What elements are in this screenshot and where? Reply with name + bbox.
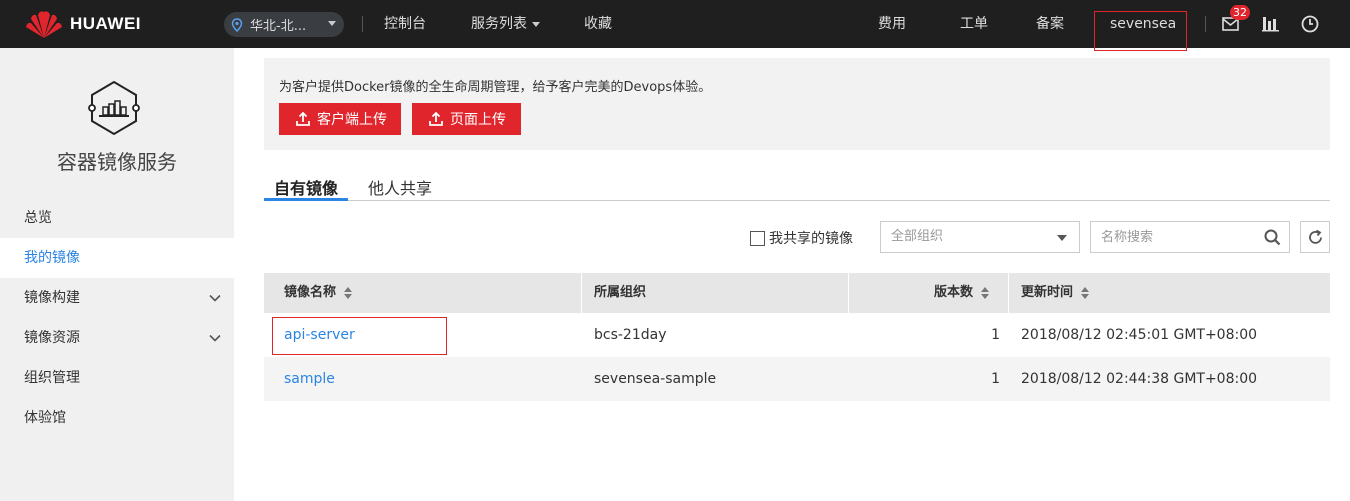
organization-select-value: 全部组织 [891, 229, 944, 244]
chevron-down-icon [532, 21, 540, 27]
top-bar: HUAWEI 华北-北... 控制台 服务列表 收藏 费用 工单 备案 seve… [0, 0, 1350, 51]
huawei-logo[interactable]: HUAWEI [24, 9, 141, 39]
message-count-badge: 32 [1230, 5, 1250, 20]
nav-billing[interactable]: 费用 [878, 0, 906, 48]
column-divider [1008, 273, 1009, 313]
column-header-label: 版本数 [934, 285, 974, 300]
refresh-icon [1309, 229, 1322, 244]
sort-icon[interactable] [1081, 286, 1090, 299]
sidebar-item-label: 我的镜像 [24, 250, 80, 266]
sidebar-item-overview[interactable]: 总览 [0, 198, 234, 238]
nav-tickets[interactable]: 工单 [960, 0, 988, 48]
highlight-box-user [1094, 11, 1187, 51]
nav-filing[interactable]: 备案 [1036, 0, 1064, 48]
image-version-count: 1 [991, 327, 1000, 343]
sidebar-item-org-management[interactable]: 组织管理 [0, 358, 234, 398]
chevron-down-icon [209, 294, 221, 302]
image-org: sevensea-sample [594, 371, 717, 387]
sort-icon[interactable] [981, 286, 990, 299]
sidebar-item-label: 总览 [24, 210, 52, 226]
nav-service-list[interactable]: 服务列表 [471, 0, 540, 48]
chevron-down-icon [328, 21, 336, 26]
column-divider [581, 273, 582, 313]
image-org: bcs-21day [594, 327, 667, 343]
sidebar-item-label: 体验馆 [24, 410, 66, 426]
column-header-label: 更新时间 [1021, 285, 1074, 300]
page-upload-button[interactable]: 页面上传 [412, 103, 521, 135]
sidebar-item-image-resources[interactable]: 镜像资源 [0, 318, 234, 358]
sidebar-item-label: 镜像构建 [24, 290, 80, 306]
table-header: 镜像名称 所属组织 版本数 更新时间 [264, 273, 1330, 313]
sidebar-item-image-build[interactable]: 镜像构建 [0, 278, 234, 318]
column-header-name[interactable]: 镜像名称 [284, 273, 353, 313]
sidebar: 容器镜像服务 总览 我的镜像 镜像构建 镜像资源 组织管理 体验馆 [0, 48, 234, 501]
table-row: sample sevensea-sample 1 2018/08/12 02:4… [264, 357, 1330, 401]
sidebar-item-label: 组织管理 [24, 370, 80, 386]
sort-icon[interactable] [344, 286, 353, 299]
intro-banner: 为客户提供Docker镜像的全生命周期管理，给予客户完美的Devops体验。 客… [264, 58, 1330, 150]
column-header-label: 镜像名称 [284, 285, 337, 300]
huawei-flower-icon [26, 11, 62, 38]
refresh-button[interactable] [1300, 221, 1330, 253]
column-divider [848, 273, 849, 313]
service-title: 容器镜像服务 [57, 150, 177, 174]
intro-text: 为客户提供Docker镜像的全生命周期管理，给予客户完美的Devops体验。 [279, 80, 712, 95]
image-updated-time: 2018/08/12 02:44:38 GMT+08:00 [1021, 371, 1258, 387]
search-icon[interactable] [1264, 229, 1281, 246]
sidebar-item-label: 镜像资源 [24, 330, 80, 346]
image-tabs: 自有镜像 他人共享 [264, 170, 1330, 201]
column-header-versions[interactable]: 版本数 [934, 273, 990, 313]
region-selector[interactable]: 华北-北... [224, 12, 344, 37]
shared-by-me-label: 我共享的镜像 [769, 231, 853, 247]
chevron-down-icon [209, 334, 221, 342]
image-updated-time: 2018/08/12 02:45:01 GMT+08:00 [1021, 327, 1258, 343]
clock-icon[interactable] [1300, 14, 1320, 34]
upload-icon [429, 111, 443, 126]
nav-console[interactable]: 控制台 [384, 0, 426, 48]
column-header-updated[interactable]: 更新时间 [1021, 273, 1090, 313]
client-upload-button[interactable]: 客户端上传 [279, 103, 401, 135]
tab-shared-images[interactable]: 他人共享 [368, 175, 432, 201]
nav-service-list-label: 服务列表 [471, 16, 527, 32]
search-input[interactable] [1091, 222, 1251, 252]
nav-favorites[interactable]: 收藏 [584, 0, 612, 48]
column-header-org: 所属组织 [594, 285, 647, 300]
divider [1205, 16, 1206, 32]
shared-by-me-checkbox[interactable] [750, 230, 765, 246]
shared-by-me-filter[interactable]: 我共享的镜像 [750, 228, 853, 248]
sidebar-item-my-images[interactable]: 我的镜像 [0, 238, 234, 278]
search-box [1090, 221, 1290, 253]
active-tab-indicator [264, 198, 348, 201]
divider [362, 16, 363, 32]
container-registry-icon [88, 80, 140, 136]
chevron-down-icon [1057, 235, 1067, 241]
highlight-box-api-server [272, 317, 447, 355]
upload-icon [296, 111, 310, 126]
client-upload-label: 客户端上传 [317, 112, 387, 128]
page-upload-label: 页面上传 [450, 112, 506, 128]
organization-select[interactable]: 全部组织 [880, 221, 1080, 253]
sidebar-item-experience[interactable]: 体验馆 [0, 398, 234, 438]
image-name-link[interactable]: sample [284, 357, 335, 401]
bar-chart-icon[interactable] [1261, 14, 1281, 34]
location-pin-icon [231, 17, 243, 32]
brand-name: HUAWEI [70, 14, 141, 33]
region-label: 华北-北... [250, 19, 307, 34]
image-version-count: 1 [991, 371, 1000, 387]
